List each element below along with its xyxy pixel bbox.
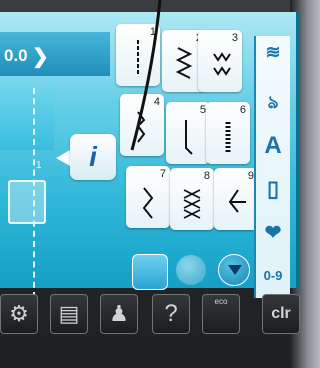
dressform-icon: ♟ [109, 301, 129, 326]
help-icon: ? [164, 300, 178, 327]
help-button[interactable]: ? [152, 294, 190, 334]
needle-position-line [33, 88, 35, 298]
angle-stitch-icon [228, 189, 246, 213]
zoom-value[interactable]: 0.0 [4, 46, 28, 66]
stitch-preview: 1 [0, 86, 54, 224]
arrow-stitch-icon [142, 187, 154, 219]
eco-button[interactable]: eco [202, 294, 240, 334]
eco-leaf-icon: eco [214, 297, 228, 306]
scroll-up-button[interactable] [176, 255, 206, 285]
setup-button[interactable]: ⚙ [0, 294, 38, 334]
gear-icon: ⚙ [9, 301, 29, 326]
stitch-tile-8[interactable]: 8 [170, 168, 214, 230]
info-pointer [56, 150, 70, 166]
bar-stitch-icon [225, 122, 231, 152]
stitch-tile-9[interactable]: 9 [214, 168, 258, 230]
consultant-button[interactable]: ♟ [100, 294, 138, 334]
presser-foot-icon [8, 180, 46, 224]
chevron-down-icon [228, 265, 242, 275]
zigzag-category-icon[interactable]: ≋ [256, 42, 290, 63]
clr-icon: clr [271, 305, 291, 322]
book-icon: ▤ [58, 301, 80, 326]
decorative-category-icon[interactable]: ঌ [256, 88, 290, 119]
info-button[interactable]: i [70, 134, 116, 180]
category-sidebar: ≋ ঌ A ▯ ❤ 0-9 [254, 36, 290, 298]
scroll-down-button[interactable] [218, 254, 250, 286]
foot-number: 1 [36, 160, 42, 171]
cable-overlay [130, 0, 162, 151]
stitch-tile-6[interactable]: 6 [206, 102, 250, 164]
memory-button[interactable] [132, 254, 168, 290]
direct-number-icon[interactable]: 0-9 [256, 268, 290, 283]
buttonhole-category-icon[interactable]: ▯ [256, 176, 290, 202]
stitch-tile-3[interactable]: 3 [198, 30, 242, 92]
wave-stitch-icon [213, 52, 231, 76]
stitch-tile-7[interactable]: 7 [126, 166, 170, 228]
tutorial-button[interactable]: ▤ [50, 294, 88, 334]
favorite-category-icon[interactable]: ❤ [256, 220, 290, 245]
alphabet-category-icon[interactable]: A [256, 132, 290, 160]
chevron-right-icon[interactable]: ❯ [32, 44, 49, 69]
clear-button[interactable]: clr [262, 294, 300, 334]
cross-stitch-icon [183, 189, 201, 219]
